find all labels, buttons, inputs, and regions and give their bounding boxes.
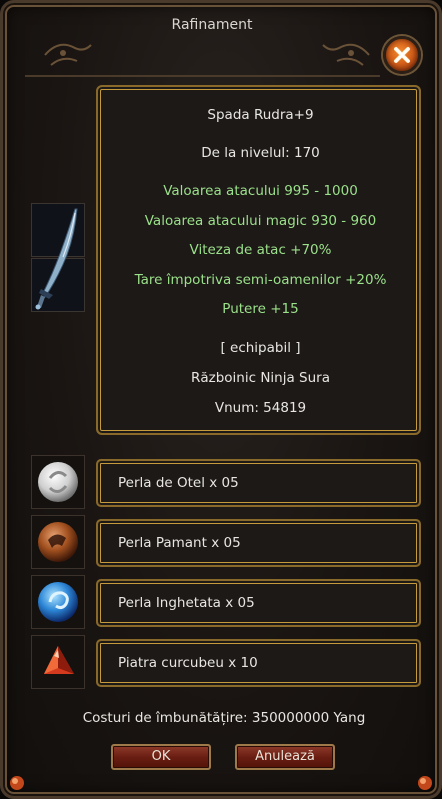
item-class: Războinic Ninja Sura [190, 370, 330, 386]
item-info-panel: Spada Rudra+9 De la nivelul: 170 Valoare… [96, 85, 421, 435]
item-level: De la nivelul: 170 [201, 145, 320, 161]
sword-icon [35, 208, 78, 310]
material-box-1: Perla de Otel x 05 [96, 459, 421, 507]
brown-pearl-icon [38, 522, 78, 562]
corner-gem-right [418, 776, 432, 790]
item-bonus-half-humans: Tare împotriva semi-oamenilor +20% [134, 272, 387, 288]
ok-button[interactable]: OK [111, 744, 211, 770]
blue-pearl-icon [38, 582, 78, 622]
rainbow-stone-icon [44, 646, 74, 674]
item-equippable: [ echipabil ] [220, 340, 301, 356]
cancel-button[interactable]: Anulează [235, 744, 335, 770]
material-slot-1[interactable] [31, 455, 85, 509]
material-box-3: Perla Inghetata x 05 [96, 579, 421, 627]
item-magic-attack: Valoarea atacului magic 930 - 960 [144, 213, 377, 229]
refine-window: Rafinament Spada Rudra+9 De la nivelul: … [0, 0, 442, 799]
material-label-2: Perla Pamant x 05 [118, 535, 241, 551]
material-slot-4[interactable] [31, 635, 85, 689]
item-name: Spada Rudra+9 [207, 107, 314, 123]
close-icon [394, 47, 410, 63]
corner-gem-left [10, 776, 24, 790]
title-ornament-right [322, 43, 370, 66]
item-strength: Putere +15 [222, 301, 299, 317]
window-title: Rafinament [171, 17, 253, 33]
material-box-4: Piatra curcubeu x 10 [96, 639, 421, 687]
item-attack: Valoarea atacului 995 - 1000 [163, 183, 358, 199]
material-slot-3[interactable] [31, 575, 85, 629]
upgrade-cost: Costuri de îmbunătățire: 350000000 Yang [82, 710, 366, 726]
material-label-1: Perla de Otel x 05 [118, 475, 239, 491]
white-pearl-icon [38, 462, 78, 502]
close-button[interactable] [383, 36, 421, 74]
item-attack-speed: Viteza de atac +70% [189, 242, 332, 258]
material-label-4: Piatra curcubeu x 10 [118, 655, 258, 671]
item-vnum: Vnum: 54819 [214, 400, 307, 416]
material-slot-2[interactable] [31, 515, 85, 569]
material-label-3: Perla Inghetata x 05 [118, 595, 255, 611]
title-divider [25, 75, 380, 77]
material-box-2: Perla Pamant x 05 [96, 519, 421, 567]
title-ornament-left [44, 43, 92, 66]
